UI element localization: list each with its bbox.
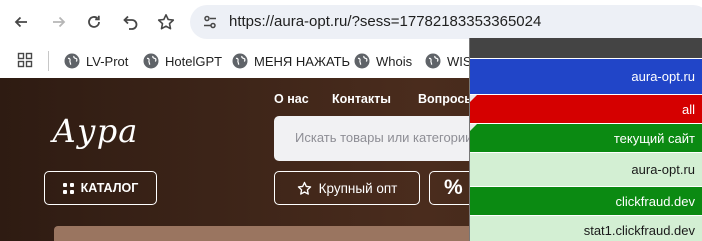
overlay-row-label: clickfraud.dev xyxy=(615,193,695,209)
bookmark-label: Whois xyxy=(376,53,413,69)
back-arrow-icon[interactable] xyxy=(7,8,35,36)
grid-icon xyxy=(62,182,74,194)
url-text[interactable]: https://aura-opt.ru/?sess=17782183353365… xyxy=(229,13,541,30)
bookmark-label: HotelGPT xyxy=(165,53,223,69)
corner-marker xyxy=(470,95,477,102)
tune-icon[interactable] xyxy=(198,10,222,34)
overlay-row-label: all xyxy=(681,101,695,117)
globe-icon xyxy=(354,53,370,69)
bookmark-label: LV-Prot xyxy=(86,53,129,69)
overlay-header-bar[interactable] xyxy=(470,38,702,58)
bulk-order-button[interactable]: Крупный опт xyxy=(274,171,420,205)
globe-icon xyxy=(425,53,441,69)
bookmark-wis[interactable]: WIS xyxy=(425,51,472,71)
bookmark-hotelgpt[interactable]: HotelGPT xyxy=(143,51,222,71)
corner-marker xyxy=(470,124,477,131)
apps-grid-icon[interactable] xyxy=(17,52,33,68)
bookmarks-separator xyxy=(48,51,49,71)
bulk-order-label: Крупный опт xyxy=(318,180,398,196)
bookmark-whois[interactable]: Whois xyxy=(354,51,412,71)
globe-icon xyxy=(64,53,80,69)
nav-link-about[interactable]: О нас xyxy=(274,92,309,106)
address-bar[interactable]: https://aura-opt.ru/?sess=17782183353365… xyxy=(190,5,702,39)
overlay-row-label: aura-opt.ru xyxy=(631,162,695,177)
overlay-row-current-site[interactable]: текущий сайт xyxy=(470,123,702,152)
bookmark-lv-prot[interactable]: LV-Prot xyxy=(64,51,128,71)
reload-icon[interactable] xyxy=(80,8,108,36)
nav-link-contacts[interactable]: Контакты xyxy=(332,92,391,106)
search-placeholder: Искать товары или категории xyxy=(295,130,473,145)
forward-arrow-icon[interactable] xyxy=(45,8,73,36)
overlay-row-label: aura-opt.ru xyxy=(631,69,695,84)
site-logo[interactable]: Аура xyxy=(52,112,138,150)
nav-link-faq[interactable]: Вопросы xyxy=(418,92,475,106)
overlay-row-domain[interactable]: aura-opt.ru xyxy=(470,58,702,94)
star-outline-icon xyxy=(297,181,311,195)
overlay-row-label: текущий сайт xyxy=(613,130,695,146)
catalog-button[interactable]: КАТАЛОГ xyxy=(44,171,157,205)
overlay-row-label: stat1.clickfraud.dev xyxy=(583,222,695,238)
clickfraud-overlay-panel: aura-opt.ru all текущий сайт aura-opt.ru… xyxy=(469,38,702,241)
bookmark-menya-nazhat[interactable]: МЕНЯ НАЖАТЬ xyxy=(232,51,350,71)
hero-banner xyxy=(54,226,524,241)
undo-icon[interactable] xyxy=(116,8,144,36)
catalog-label: КАТАЛОГ xyxy=(80,181,139,195)
globe-icon xyxy=(143,53,159,69)
bookmark-label: МЕНЯ НАЖАТЬ xyxy=(254,53,351,69)
overlay-row-clickfraud[interactable]: clickfraud.dev xyxy=(470,186,702,215)
overlay-row-stat-domain[interactable]: stat1.clickfraud.dev xyxy=(470,215,702,241)
star-icon[interactable] xyxy=(152,8,180,36)
bookmark-label: WIS xyxy=(447,53,472,69)
globe-icon xyxy=(232,53,248,69)
overlay-row-site-domain[interactable]: aura-opt.ru xyxy=(470,152,702,186)
overlay-row-all[interactable]: all xyxy=(470,94,702,123)
